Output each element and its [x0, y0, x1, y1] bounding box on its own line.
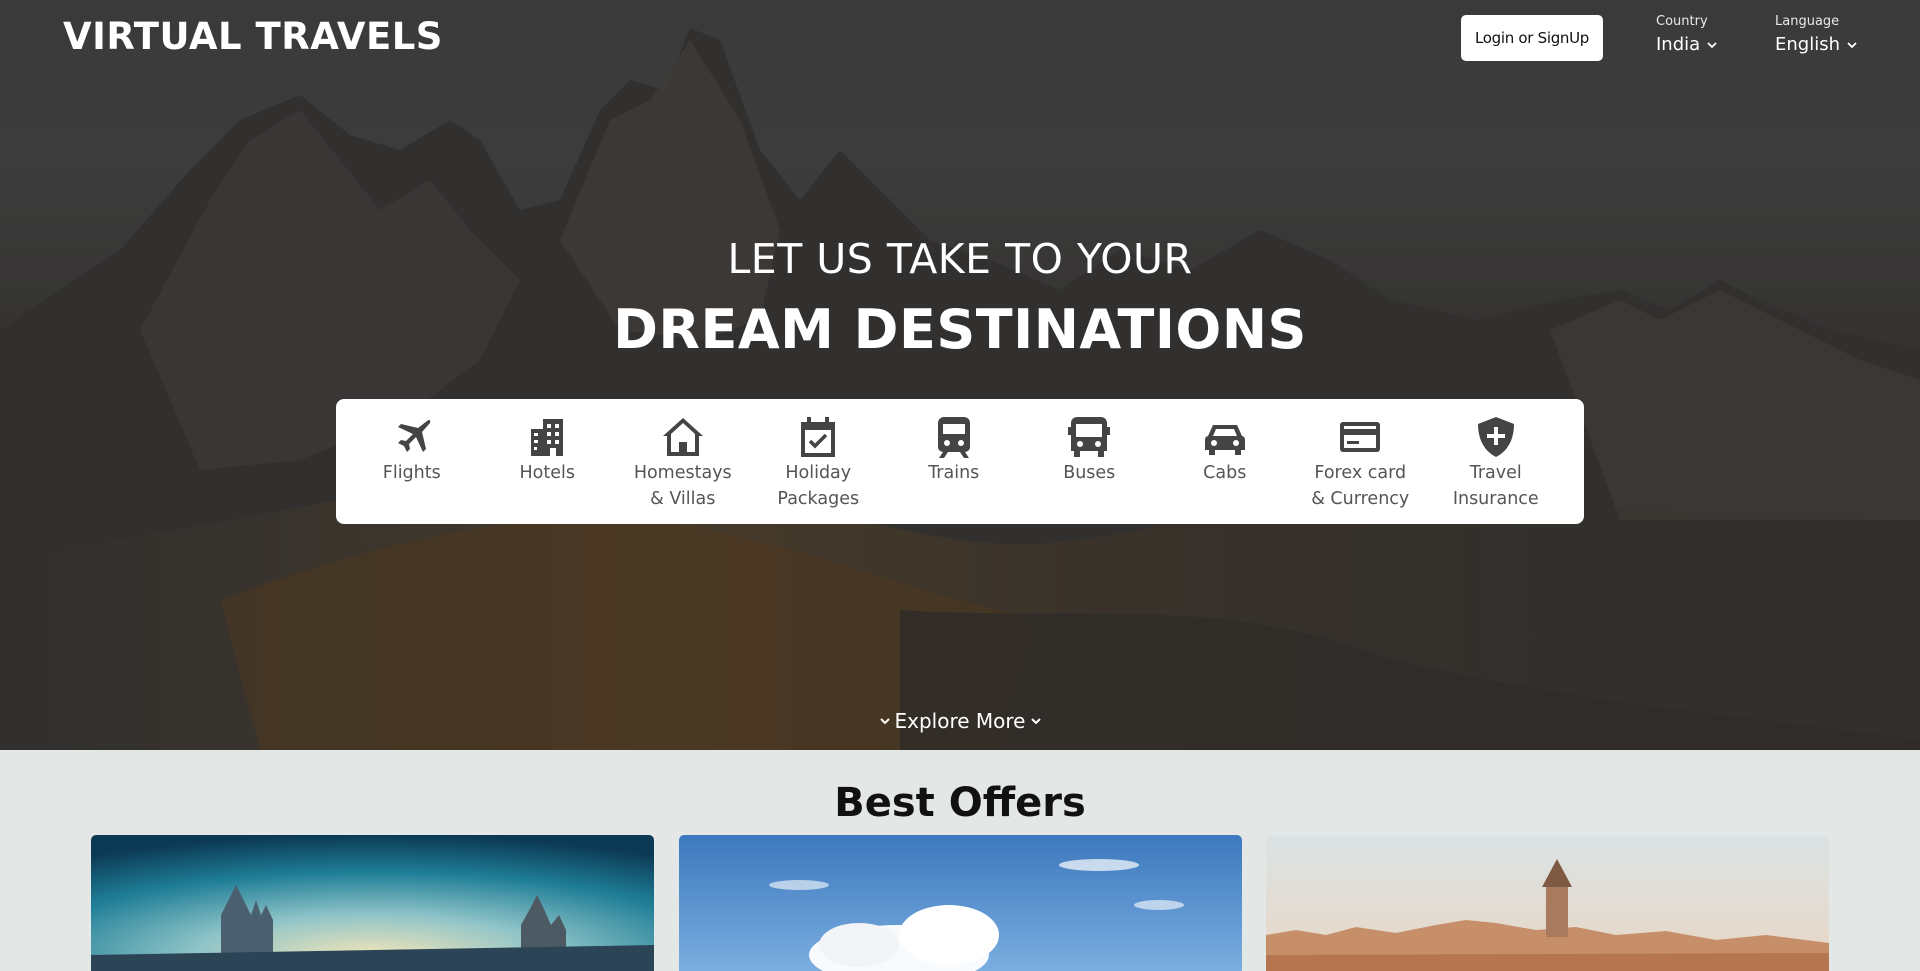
- language-label: Language: [1775, 14, 1840, 29]
- language-selector[interactable]: Language English: [1775, 14, 1857, 55]
- offers-section-title: Best Offers: [834, 780, 1086, 826]
- service-homestays-villas[interactable]: Homestays & Villas: [615, 399, 751, 524]
- shield-plus-icon: [1477, 417, 1514, 457]
- service-travel-insurance[interactable]: Travel Insurance: [1428, 399, 1564, 524]
- car-icon: [1204, 425, 1245, 455]
- service-label: Buses: [1063, 463, 1116, 483]
- hero-tagline: LET US TAKE TO YOUR: [727, 235, 1193, 283]
- credit-card-icon: [1340, 422, 1381, 452]
- offer-card[interactable]: [91, 835, 654, 971]
- service-trains[interactable]: Trains: [886, 399, 1022, 524]
- service-hotels[interactable]: Hotels: [480, 399, 616, 524]
- explore-more-link[interactable]: Explore More: [0, 709, 1920, 733]
- service-buses[interactable]: Buses: [1022, 399, 1158, 524]
- login-signup-button[interactable]: Login or SignUp: [1461, 15, 1603, 61]
- service-label: Hotels: [519, 463, 575, 483]
- service-cabs[interactable]: Cabs: [1157, 399, 1293, 524]
- offer-card[interactable]: [679, 835, 1242, 971]
- language-dropdown[interactable]: English: [1775, 34, 1857, 55]
- offer-image-tower-bridge: [91, 835, 654, 971]
- service-forex-currency[interactable]: Forex card & Currency: [1293, 399, 1429, 524]
- offer-image-clouds: [679, 835, 1242, 971]
- country-selector[interactable]: Country India: [1656, 14, 1717, 55]
- building-icon: [531, 419, 564, 456]
- language-value: English: [1775, 34, 1840, 55]
- hero-mountain-image: [0, 0, 1920, 750]
- explore-more-label: Explore More: [894, 709, 1026, 733]
- country-dropdown[interactable]: India: [1656, 34, 1717, 55]
- country-value: India: [1656, 34, 1701, 55]
- hero-section: VIRTUAL TRAVELS Login or SignUp Country …: [0, 0, 1920, 750]
- service-flights[interactable]: Flights: [344, 399, 480, 524]
- services-bar: Flights Hotels Homestays & Villas Holida…: [336, 399, 1584, 524]
- site-logo[interactable]: VIRTUAL TRAVELS: [63, 15, 443, 58]
- service-label: Flights: [382, 463, 441, 483]
- chevron-down-icon: [1707, 41, 1717, 48]
- offer-image-galata-city: [1266, 835, 1829, 971]
- bus-icon: [1068, 417, 1111, 457]
- service-label: Homestays & Villas: [633, 463, 732, 509]
- service-holiday-packages[interactable]: Holiday Packages: [751, 399, 887, 524]
- chevron-down-icon: [1030, 718, 1041, 725]
- chevron-down-icon: [1847, 41, 1857, 48]
- service-label: Travel Insurance: [1452, 463, 1539, 509]
- service-label: Holiday Packages: [777, 463, 860, 509]
- country-label: Country: [1656, 14, 1708, 29]
- service-label: Cabs: [1203, 463, 1247, 483]
- calendar-check-icon: [801, 417, 836, 457]
- train-icon: [937, 417, 970, 458]
- hero-title: DREAM DESTINATIONS: [613, 298, 1307, 361]
- chevron-down-icon: [879, 718, 890, 725]
- house-icon: [662, 418, 703, 456]
- offer-card[interactable]: [1266, 835, 1829, 971]
- service-label: Trains: [928, 463, 980, 483]
- service-label: Forex card & Currency: [1311, 463, 1410, 509]
- airplane-icon: [397, 419, 431, 452]
